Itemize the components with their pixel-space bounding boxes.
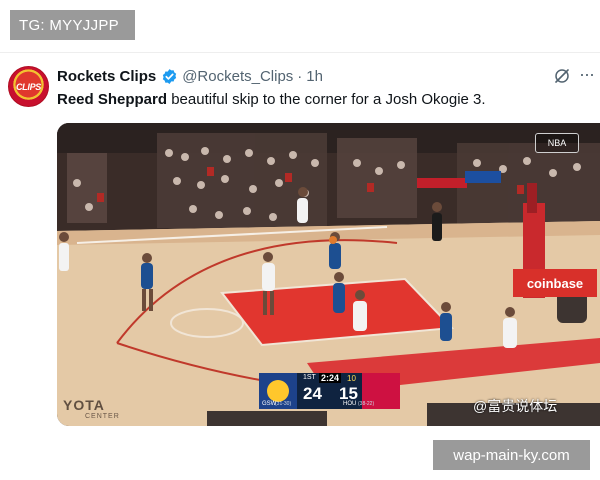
courtside-sign: coinbase xyxy=(513,269,597,297)
video-player[interactable]: NBA coinbase YOTA CENTER 1ST 2:24 10 24 … xyxy=(57,123,600,426)
quarter: 1ST xyxy=(303,374,316,381)
timestamp[interactable]: 1h xyxy=(306,68,323,85)
court-sponsor-sub: CENTER xyxy=(85,413,120,420)
network-logo: NBA xyxy=(535,133,579,153)
shot-clock: 10 xyxy=(347,374,356,383)
video-watermark: @富贵说体坛 xyxy=(473,398,558,414)
home-record: (38-22) xyxy=(358,401,375,407)
home-team: HOU xyxy=(343,401,357,407)
court-sponsor: YOTA xyxy=(63,397,105,413)
separator: · xyxy=(297,68,303,85)
more-options-icon[interactable]: ··· xyxy=(579,65,597,85)
verified-badge-icon xyxy=(163,69,177,84)
site-label: wap-main-ky.com xyxy=(433,440,590,470)
avatar[interactable]: CLIPS xyxy=(8,66,49,107)
grok-icon[interactable] xyxy=(553,67,571,85)
avatar-text: CLIPS xyxy=(15,81,41,92)
handle[interactable]: @Rockets_Clips xyxy=(182,68,293,85)
game-clock: 2:24 xyxy=(319,373,342,383)
divider xyxy=(0,52,600,53)
mention-link[interactable]: Reed Sheppard xyxy=(57,91,167,108)
away-score: 24 xyxy=(303,384,322,403)
away-record: (31-30) xyxy=(275,401,292,407)
tweet-text: Reed Sheppard beautiful skip to the corn… xyxy=(57,91,486,108)
display-name[interactable]: Rockets Clips xyxy=(57,68,156,85)
scorebug: 1ST 2:24 10 24 15 GSW (31-30) HOU (38-22… xyxy=(259,373,400,409)
channel-tag: TG: MYYJJPP xyxy=(10,10,135,40)
tweet-header: Rockets Clips @Rockets_Clips · 1h xyxy=(57,68,323,85)
tweet-body: beautiful skip to the corner for a Josh … xyxy=(167,91,486,108)
